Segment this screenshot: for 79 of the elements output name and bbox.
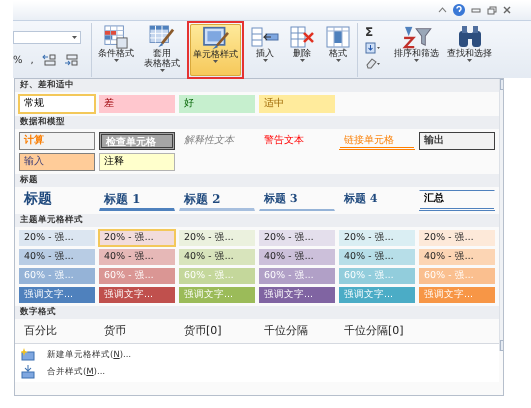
section-header: 数据和模型 (15, 116, 499, 129)
number-format-button[interactable]: , (30, 54, 34, 66)
cell-style-item[interactable]: 20% - 强... (339, 230, 415, 246)
cell-style-item[interactable]: 强调文字... (259, 287, 335, 303)
sort-filter-icon (400, 25, 434, 49)
cell-style-item[interactable]: 输出 (419, 132, 495, 150)
caret-icon (72, 36, 77, 39)
ribbon-button[interactable]: 插入 (248, 23, 282, 75)
caret-icon (467, 59, 472, 62)
ribbon-button[interactable]: 条件格式 (95, 23, 137, 75)
cell-style-item[interactable]: 20% - 强... (99, 230, 175, 246)
fill-down-icon[interactable] (365, 42, 381, 54)
cell-style-item[interactable]: 常规 (19, 95, 95, 113)
cell-style-item[interactable]: 解释性文本 (179, 132, 255, 150)
cell-style-item[interactable]: 好 (179, 95, 255, 113)
cell-style-item[interactable]: 强调文字... (19, 287, 95, 303)
increase-decimal-icon[interactable] (42, 54, 56, 66)
new-style-icon (21, 348, 35, 361)
cell-style-item[interactable]: 标题 2 (179, 190, 255, 211)
cell-style-item[interactable]: 40% - 强... (419, 249, 495, 265)
cell-style-item[interactable]: 20% - 强... (179, 230, 255, 246)
cell-style-item[interactable]: 40% - 强... (99, 249, 175, 265)
caret-icon (160, 69, 164, 72)
ribbon-button[interactable]: 套用 表格格式 (141, 23, 183, 75)
minimize-icon[interactable] (471, 6, 481, 14)
section-header: 主题单元格样式 (15, 214, 499, 227)
cell-style-item[interactable]: 标题 4 (339, 190, 415, 211)
conditional-format-icon (103, 25, 129, 49)
cell-style-item[interactable]: 适中 (259, 95, 335, 113)
caret-icon (114, 59, 118, 62)
cell-style-item[interactable]: 20% - 强... (259, 230, 335, 246)
format-cells-icon (325, 25, 351, 49)
cell-style-item[interactable]: 20% - 强... (419, 230, 495, 246)
table-brush-icon (148, 25, 176, 49)
cell-style-item[interactable]: 标题 (19, 190, 95, 211)
ribbon-button[interactable]: 查找和选择 (444, 23, 495, 75)
ribbon-minimize-icon[interactable] (438, 6, 447, 14)
help-icon[interactable] (453, 4, 465, 16)
cell-style-item[interactable]: 40% - 强... (259, 249, 335, 265)
cell-style-item[interactable]: 汇总 (419, 190, 495, 211)
eraser-icon[interactable] (365, 57, 381, 69)
caret-icon (300, 59, 304, 62)
cell-style-item[interactable]: 40% - 强... (19, 249, 95, 265)
cell-style-item[interactable]: 输入 (19, 153, 95, 171)
section-header: 好、差和适中 (15, 79, 499, 92)
ribbon-button[interactable]: 删除 (286, 23, 318, 75)
menu-item[interactable]: 合并样式(M)... (21, 364, 493, 379)
ribbon-button[interactable]: 单元格样式 (190, 24, 241, 76)
cell-style-item[interactable]: 标题 1 (99, 190, 175, 211)
caret-icon (336, 59, 340, 62)
restore-icon[interactable] (487, 6, 497, 14)
cell-style-item[interactable]: 差 (99, 95, 175, 113)
cell-style-item[interactable]: 强调文字... (99, 287, 175, 303)
caret-icon (262, 59, 268, 62)
caret-icon (213, 60, 218, 63)
cell-style-item[interactable]: 货币 (99, 322, 175, 340)
caret-icon (414, 59, 419, 62)
close-icon[interactable] (503, 6, 511, 14)
number-format-button[interactable]: % (13, 54, 23, 66)
cell-style-item[interactable]: 注释 (99, 153, 175, 171)
merge-styles-icon (21, 364, 35, 378)
cell-style-item[interactable]: 警告文本 (259, 132, 335, 150)
cell-style-item[interactable]: 40% - 强... (179, 249, 255, 265)
cell-style-item[interactable]: 百分比 (19, 322, 95, 340)
cell-style-item[interactable]: 千位分隔[0] (339, 322, 415, 340)
cell-style-item[interactable]: 千位分隔 (259, 322, 335, 340)
autosum-button[interactable]: Σ (365, 25, 387, 39)
cell-style-item[interactable]: 20% - 强... (19, 230, 95, 246)
insert-cells-icon (251, 25, 279, 49)
ribbon-button[interactable]: 格式 (322, 23, 354, 75)
cell-style-item[interactable]: 40% - 强... (339, 249, 415, 265)
cell-style-item[interactable]: 标题 3 (259, 190, 335, 211)
menu-item[interactable]: 新建单元格样式(N)... (21, 347, 493, 362)
ribbon-button[interactable]: 排序和筛选 (391, 23, 442, 75)
decrease-decimal-icon[interactable] (64, 54, 78, 66)
delete-cells-icon (289, 25, 315, 49)
section-header: 标题 (15, 174, 499, 187)
cell-style-item[interactable]: 货币[0] (179, 322, 255, 340)
section-header: 数字格式 (15, 306, 499, 319)
